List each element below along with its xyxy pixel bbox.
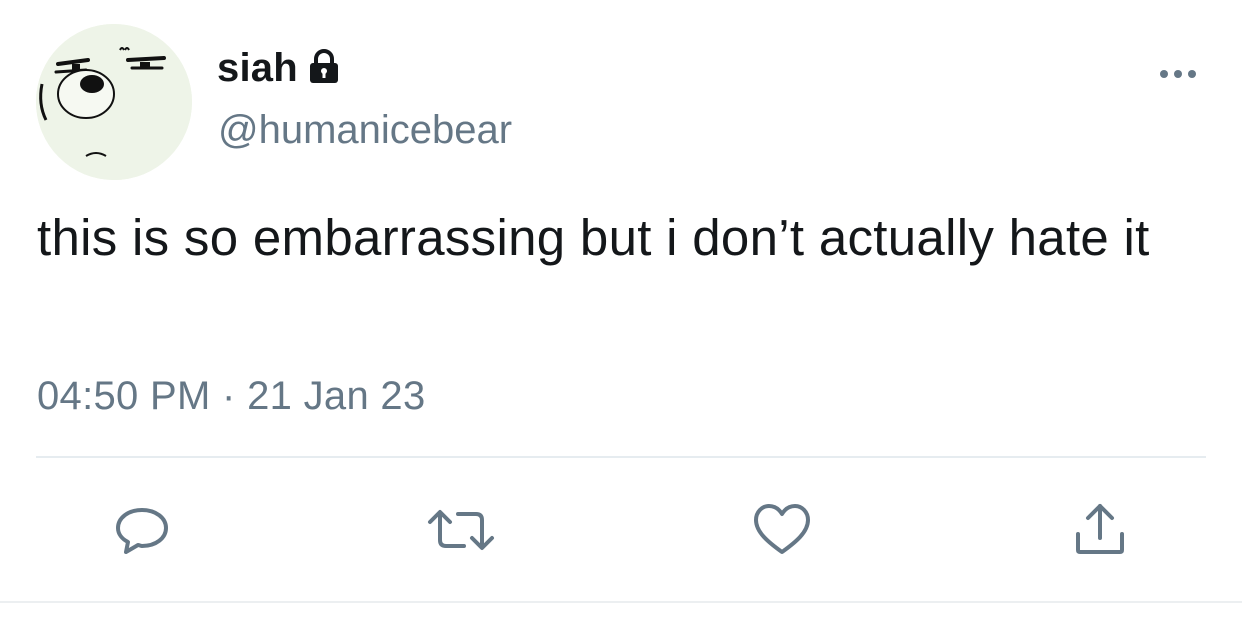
timestamp[interactable]: 04:50 PM · 21 Jan 23	[37, 374, 426, 419]
display-name[interactable]: siah	[217, 46, 298, 91]
name-row: siah	[217, 42, 342, 94]
tweet-card: siah @humanicebear this is so embarrassi…	[0, 0, 1242, 621]
retweet-icon	[428, 510, 494, 550]
reply-button[interactable]	[112, 500, 172, 560]
divider	[36, 456, 1206, 458]
share-button[interactable]	[1070, 500, 1130, 560]
more-options-icon[interactable]	[1158, 64, 1198, 84]
retweet-button[interactable]	[426, 500, 494, 560]
like-icon	[754, 504, 810, 554]
reply-icon	[116, 508, 168, 554]
tweet-time: 04:50 PM	[37, 374, 211, 418]
like-button[interactable]	[752, 500, 812, 560]
user-handle[interactable]: @humanicebear	[218, 108, 512, 153]
timestamp-separator: ·	[222, 374, 236, 418]
lock-icon	[306, 48, 342, 90]
tweet-date: 21 Jan 23	[247, 374, 426, 418]
bear-face-avatar-icon	[36, 24, 192, 180]
avatar[interactable]	[36, 24, 192, 180]
bottom-divider	[0, 601, 1242, 603]
share-icon	[1076, 504, 1124, 554]
tweet-text: this is so embarrassing but i don’t actu…	[37, 209, 1150, 266]
